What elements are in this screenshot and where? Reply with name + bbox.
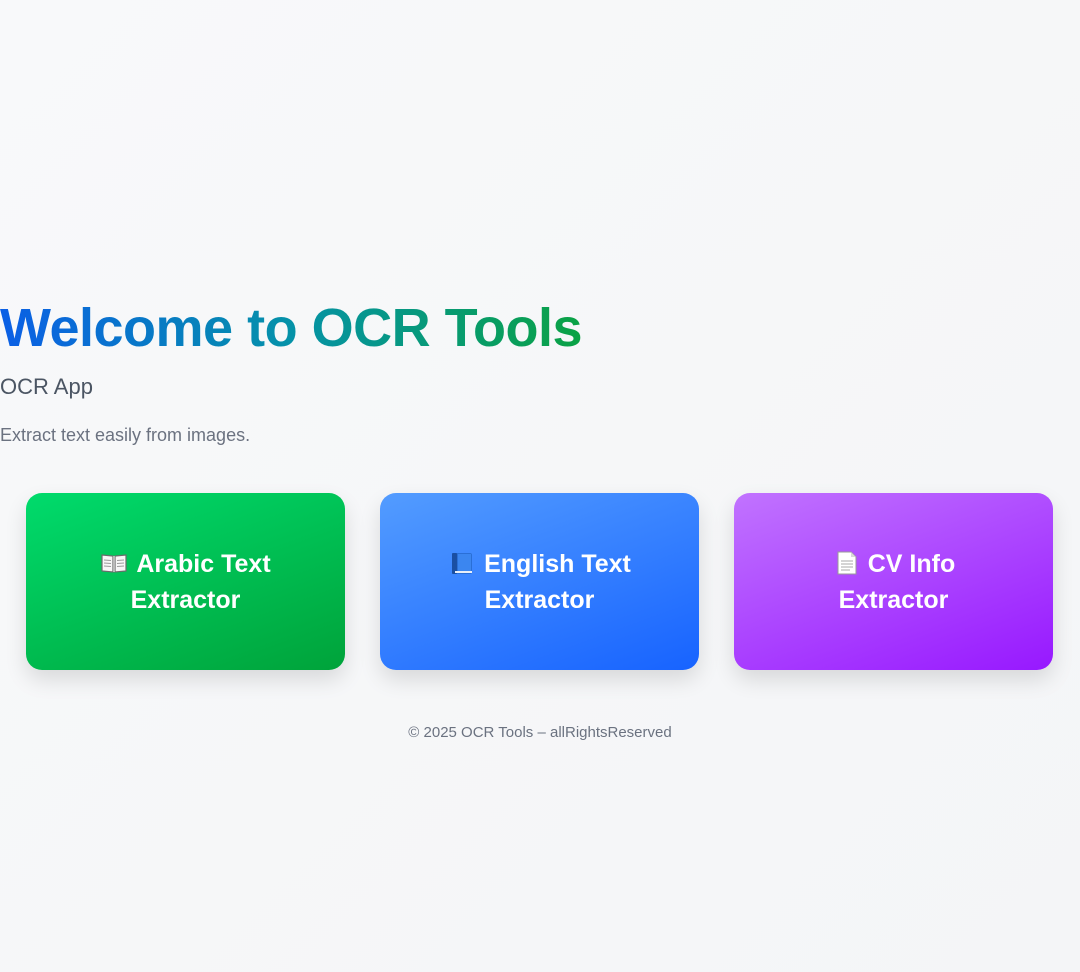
- open-book-icon: [100, 549, 128, 573]
- app-subtitle: OCR App: [0, 374, 93, 399]
- footer-copyright: © 2025 OCR Tools – allRightsReserved: [408, 724, 672, 741]
- english-text-extractor-label: English Text Extractor: [440, 546, 639, 618]
- page-title: Welcome to OCR Tools: [0, 298, 583, 358]
- english-text-extractor-card[interactable]: English Text Extractor: [380, 493, 699, 670]
- tagline: Extract text easily from images.: [0, 425, 251, 445]
- arabic-text-extractor-card[interactable]: Arabic Text Extractor: [26, 493, 345, 670]
- arabic-text-extractor-label: Arabic Text Extractor: [86, 546, 285, 618]
- blue-book-icon: [448, 549, 476, 574]
- document-icon: [832, 549, 860, 574]
- cv-info-extractor-card[interactable]: CV Info Extractor: [734, 493, 1053, 670]
- cv-info-extractor-label: CV Info Extractor: [794, 546, 993, 618]
